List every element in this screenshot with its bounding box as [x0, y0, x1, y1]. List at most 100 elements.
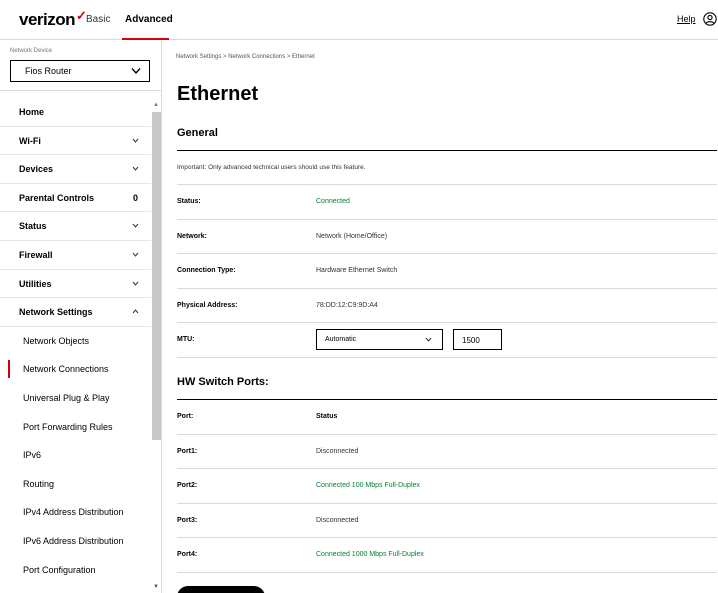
port2-label: Port2: — [177, 482, 198, 489]
sidebar-scrollbar-thumb[interactable] — [152, 112, 161, 440]
connection-type-value: Hardware Ethernet Switch — [316, 267, 398, 274]
network-device-select[interactable]: Fios Router — [10, 60, 150, 82]
hw-switch-ports-title: HW Switch Ports: — [177, 376, 269, 388]
chevron-down-icon — [132, 252, 139, 257]
sidebar-subitem-ipv6-address-distribution[interactable]: IPv6 Address Distribution — [0, 527, 151, 556]
general-section-title: General — [177, 127, 218, 139]
top-navigation-bar: verizon✓ Basic Advanced Help — [0, 0, 718, 40]
sidebar-subitem-network-objects[interactable]: Network Objects — [0, 327, 151, 356]
sidebar-item-network-settings[interactable]: Network Settings — [0, 298, 151, 327]
tab-advanced[interactable]: Advanced — [125, 14, 173, 25]
port1-label: Port1: — [177, 448, 198, 455]
sidebar-subitem-ipv6[interactable]: IPv6 — [0, 441, 151, 470]
parental-controls-count: 0 — [132, 192, 138, 203]
user-account-icon[interactable] — [703, 12, 717, 26]
main-content: Network Settings > Network Connections >… — [163, 40, 718, 593]
mtu-mode-value: Automatic — [325, 336, 357, 343]
network-label: Network: — [177, 233, 207, 240]
connection-type-label: Connection Type: — [177, 267, 236, 274]
sidebar-item-label: Devices — [19, 164, 54, 175]
sidebar-subitem-label: Port Forwarding Rules — [23, 421, 113, 432]
sidebar-subitem-label: IPv4 Address Distribution — [23, 507, 124, 518]
sidebar-item-label: Parental Controls — [19, 192, 95, 203]
sidebar-item-parental-controls[interactable]: Parental Controls 0 — [0, 184, 151, 213]
verizon-logo[interactable]: verizon✓ — [19, 8, 87, 30]
page-title: Ethernet — [177, 83, 259, 105]
sidebar-subitem-ipv4-address-distribution[interactable]: IPv4 Address Distribution — [0, 498, 151, 527]
mtu-mode-select[interactable]: Automatic — [316, 329, 443, 350]
chevron-down-icon — [131, 68, 141, 75]
sidebar-item-label: Utilities — [19, 278, 52, 289]
chevron-down-icon — [132, 281, 139, 286]
row-divider — [177, 288, 717, 289]
network-device-label: Network Device — [10, 48, 53, 54]
chevron-down-icon — [132, 138, 139, 143]
row-divider — [177, 434, 717, 435]
sidebar-subitem-label: Routing — [23, 478, 55, 489]
sidebar-subitem-routing[interactable]: Routing — [0, 470, 151, 499]
port4-status: Connected 1000 Mbps Full-Duplex — [316, 551, 424, 558]
sidebar-subitem-network-connections[interactable]: Network Connections — [0, 355, 151, 384]
apply-button[interactable] — [177, 586, 265, 593]
row-divider — [177, 503, 717, 504]
sidebar-subitem-label: Network Objects — [23, 335, 90, 346]
sidebar-item-wifi[interactable]: Wi-Fi — [0, 127, 151, 156]
sidebar-subitem-label: Universal Plug & Play — [23, 392, 110, 403]
row-divider — [177, 357, 717, 358]
chevron-up-icon — [132, 309, 139, 314]
sidebar-subitem-label: IPv6 — [23, 450, 42, 461]
sidebar-item-utilities[interactable]: Utilities — [0, 270, 151, 299]
sidebar-subitem-port-configuration[interactable]: Port Configuration — [0, 556, 151, 585]
sidebar-item-label: Status — [19, 221, 47, 232]
status-label: Status: — [177, 198, 201, 205]
sidebar-subitem-label: IPv6 Address Distribution — [23, 535, 124, 546]
row-divider — [177, 219, 717, 220]
scroll-up-arrow-icon[interactable]: ▲ — [153, 102, 159, 108]
section-divider — [177, 399, 717, 400]
breadcrumb: Network Settings > Network Connections >… — [176, 54, 315, 60]
port4-label: Port4: — [177, 551, 198, 558]
port1-status: Disconnected — [316, 448, 359, 455]
status-value: Connected — [316, 198, 350, 205]
sidebar-item-label: Firewall — [19, 249, 53, 260]
chevron-down-icon — [425, 337, 432, 342]
tab-basic[interactable]: Basic — [86, 14, 110, 25]
sidebar-divider — [0, 90, 161, 91]
sidebar-item-label: Wi-Fi — [19, 135, 41, 146]
chevron-down-icon — [132, 166, 139, 171]
port3-label: Port3: — [177, 517, 198, 524]
sidebar-subitem-port-forwarding-rules[interactable]: Port Forwarding Rules — [0, 413, 151, 442]
physical-address-label: Physical Address: — [177, 302, 238, 309]
help-link[interactable]: Help — [677, 14, 696, 24]
sidebar-nav: Home Wi-Fi Devices Parental Controls 0 S… — [0, 98, 151, 584]
port-column-header: Port: — [177, 413, 194, 420]
row-divider — [177, 184, 717, 185]
network-device-value: Fios Router — [25, 66, 72, 76]
scroll-down-arrow-icon[interactable]: ▼ — [153, 584, 159, 590]
row-divider — [177, 537, 717, 538]
warning-notice: Important: Only advanced technical users… — [177, 164, 366, 171]
status-column-header: Status — [316, 413, 338, 420]
row-divider — [177, 468, 717, 469]
sidebar-item-home[interactable]: Home — [0, 98, 151, 127]
sidebar-subitem-label: Port Configuration — [23, 564, 96, 575]
mtu-label: MTU: — [177, 336, 195, 343]
sidebar-item-devices[interactable]: Devices — [0, 155, 151, 184]
sidebar: Network Device Fios Router Home Wi-Fi De… — [0, 40, 162, 593]
sidebar-item-label: Network Settings — [19, 307, 93, 318]
sidebar-subitem-label: Network Connections — [23, 364, 109, 375]
physical-address-value: 78:DD:12:C9:9D:A4 — [316, 302, 378, 309]
section-divider — [177, 150, 717, 151]
row-divider — [177, 253, 717, 254]
sidebar-item-firewall[interactable]: Firewall — [0, 241, 151, 270]
row-divider — [177, 572, 717, 573]
port3-status: Disconnected — [316, 517, 359, 524]
mtu-value-input[interactable]: 1500 — [453, 329, 502, 350]
logo-check-icon: ✓ — [76, 8, 87, 23]
sidebar-item-label: Home — [19, 107, 45, 117]
sidebar-subitem-universal-plug-play[interactable]: Universal Plug & Play — [0, 384, 151, 413]
sidebar-item-status[interactable]: Status — [0, 212, 151, 241]
row-divider — [177, 322, 717, 323]
logo-text: verizon — [19, 10, 76, 29]
network-value: Network (Home/Office) — [316, 233, 388, 240]
